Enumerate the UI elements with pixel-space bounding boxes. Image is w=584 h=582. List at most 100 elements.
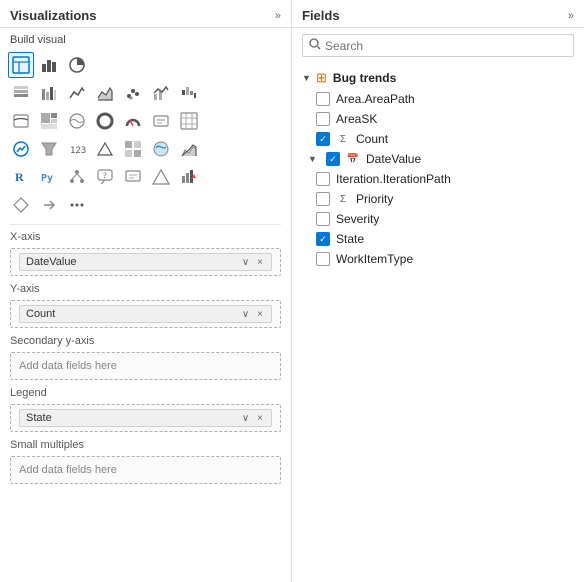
field-state-checkbox[interactable] (316, 232, 330, 246)
x-axis-zone[interactable]: DateValue ∨ × (10, 248, 281, 276)
field-area-areapath-name: Area.AreaPath (336, 92, 415, 106)
field-severity-checkbox[interactable] (316, 212, 330, 226)
field-datevalue-checkbox[interactable] (326, 152, 340, 166)
viz-py-icon[interactable]: Py (36, 164, 62, 190)
svg-text:?: ? (103, 171, 107, 180)
visualizations-expand-icon[interactable]: » (275, 10, 281, 22)
viz-matrix-icon[interactable] (176, 108, 202, 134)
viz-row-2 (8, 80, 283, 106)
viz-R-icon[interactable]: R (8, 164, 34, 190)
small-multiples-label: Small multiples (0, 435, 291, 453)
viz-map-icon[interactable] (64, 108, 90, 134)
viz-arrow-icon[interactable] (36, 192, 62, 218)
viz-area-icon[interactable] (92, 80, 118, 106)
field-priority[interactable]: Σ Priority (292, 189, 584, 209)
field-workitemtype-name: WorkItemType (336, 252, 413, 266)
viz-row-1 (8, 52, 283, 78)
field-iteration-name: Iteration.IterationPath (336, 172, 451, 186)
viz-table2-icon[interactable] (120, 136, 146, 162)
field-workitemtype[interactable]: WorkItemType (292, 249, 584, 269)
viz-bar-icon[interactable] (36, 52, 62, 78)
y-axis-chip-actions: ∨ × (240, 309, 265, 320)
y-axis-zone[interactable]: Count ∨ × (10, 300, 281, 328)
field-priority-checkbox[interactable] (316, 192, 330, 206)
y-axis-chevron[interactable]: ∨ (240, 309, 251, 320)
search-icon (309, 38, 321, 53)
viz-waterfall-icon[interactable] (176, 80, 202, 106)
viz-line-icon[interactable] (64, 80, 90, 106)
viz-scatter-icon[interactable] (120, 80, 146, 106)
viz-icons-grid: 123 R (0, 50, 291, 222)
field-iteration[interactable]: Iteration.IterationPath (292, 169, 584, 189)
secondary-y-axis-zone[interactable]: Add data fields here (10, 352, 281, 380)
build-visual-label: Build visual (0, 28, 291, 50)
legend-remove[interactable]: × (255, 413, 265, 424)
field-iteration-checkbox[interactable] (316, 172, 330, 186)
svg-text:R: R (15, 170, 24, 184)
field-severity-name: Severity (336, 212, 379, 226)
viz-gauge-icon[interactable] (120, 108, 146, 134)
bug-trends-group-name: Bug trends (333, 71, 396, 85)
legend-label: Legend (0, 383, 291, 401)
left-panel-scroll: Build visual (0, 28, 291, 582)
field-severity[interactable]: Severity (292, 209, 584, 229)
small-multiples-zone[interactable]: Add data fields here (10, 456, 281, 484)
viz-combo-icon[interactable] (148, 80, 174, 106)
x-axis-label: X-axis (0, 227, 291, 245)
svg-text:Py: Py (41, 173, 53, 184)
y-axis-remove[interactable]: × (255, 309, 265, 320)
field-count[interactable]: Σ Count (292, 129, 584, 149)
bug-trends-group: ▼ ⊞ Bug trends Area.AreaPath AreaSK Σ Co… (292, 65, 584, 271)
fields-expand-icon[interactable]: » (568, 10, 574, 22)
viz-pie-icon[interactable] (64, 52, 90, 78)
viz-stacked-area-icon[interactable] (176, 136, 202, 162)
viz-ribbon-icon[interactable] (8, 108, 34, 134)
viz-filled-map-icon[interactable] (148, 136, 174, 162)
field-areask[interactable]: AreaSK (292, 109, 584, 129)
search-box[interactable] (302, 34, 574, 57)
viz-delta-icon[interactable] (92, 136, 118, 162)
field-count-checkbox[interactable] (316, 132, 330, 146)
legend-chip: State ∨ × (19, 409, 272, 427)
x-axis-chevron[interactable]: ∨ (240, 257, 251, 268)
viz-qna-icon[interactable]: ? (92, 164, 118, 190)
viz-123-icon[interactable]: 123 (64, 136, 90, 162)
bug-trends-group-header[interactable]: ▼ ⊞ Bug trends (292, 67, 584, 89)
viz-kpi-icon[interactable] (8, 136, 34, 162)
field-priority-name: Priority (356, 192, 393, 206)
field-datevalue-name: DateValue (366, 152, 421, 166)
viz-funnel-icon[interactable] (36, 136, 62, 162)
x-axis-chip-value: DateValue (26, 256, 77, 268)
field-datevalue[interactable]: ▼ 📅 DateValue (292, 149, 584, 169)
viz-custom-icon[interactable] (176, 164, 202, 190)
y-axis-chip: Count ∨ × (19, 305, 272, 323)
group-table-icon: ⊞ (316, 70, 327, 86)
x-axis-remove[interactable]: × (255, 257, 265, 268)
secondary-y-axis-placeholder: Add data fields here (19, 360, 117, 372)
viz-clustered-bar-icon[interactable] (36, 80, 62, 106)
viz-shape-icon[interactable] (148, 164, 174, 190)
viz-treemap-icon[interactable] (36, 108, 62, 134)
field-area-areapath[interactable]: Area.AreaPath (292, 89, 584, 109)
search-input[interactable] (325, 39, 567, 53)
field-state[interactable]: State (292, 229, 584, 249)
field-area-areapath-checkbox[interactable] (316, 92, 330, 106)
viz-smart-narr-icon[interactable] (120, 164, 146, 190)
svg-text:123: 123 (70, 146, 86, 156)
viz-row-5: R Py ? (8, 164, 283, 190)
x-axis-chip-actions: ∨ × (240, 257, 265, 268)
viz-card-icon[interactable] (148, 108, 174, 134)
viz-decomp-icon[interactable] (64, 164, 90, 190)
viz-more-icon[interactable] (64, 192, 90, 218)
viz-diamond-icon[interactable] (8, 192, 34, 218)
viz-stacked-bar-icon[interactable] (8, 80, 34, 106)
fields-header: Fields » (292, 0, 584, 28)
legend-zone[interactable]: State ∨ × (10, 404, 281, 432)
viz-table-icon[interactable] (8, 52, 34, 78)
viz-donut-icon[interactable] (92, 108, 118, 134)
field-workitemtype-checkbox[interactable] (316, 252, 330, 266)
field-areask-checkbox[interactable] (316, 112, 330, 126)
field-datevalue-expand[interactable]: ▼ (308, 154, 318, 164)
legend-chevron[interactable]: ∨ (240, 413, 251, 424)
small-multiples-placeholder: Add data fields here (19, 464, 117, 476)
